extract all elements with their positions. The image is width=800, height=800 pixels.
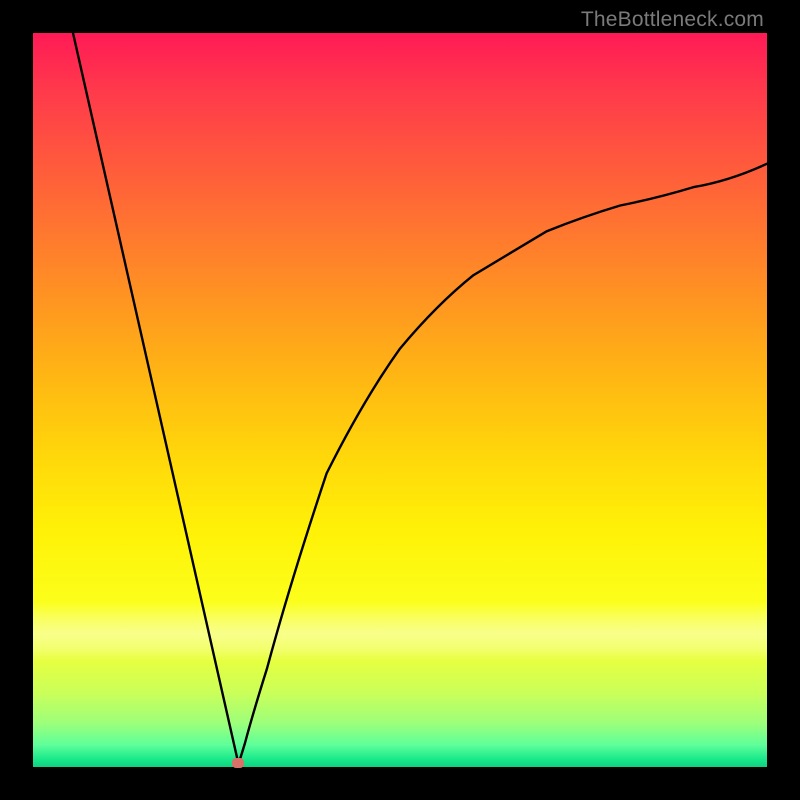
curve-left xyxy=(73,33,239,764)
attribution-text: TheBottleneck.com xyxy=(581,8,764,32)
minimum-point-marker xyxy=(232,758,244,768)
highlight-band xyxy=(33,601,767,661)
plot-area xyxy=(33,33,767,767)
chart-frame: TheBottleneck.com xyxy=(0,0,800,800)
curve-right xyxy=(239,164,768,764)
curve-svg xyxy=(33,33,767,767)
